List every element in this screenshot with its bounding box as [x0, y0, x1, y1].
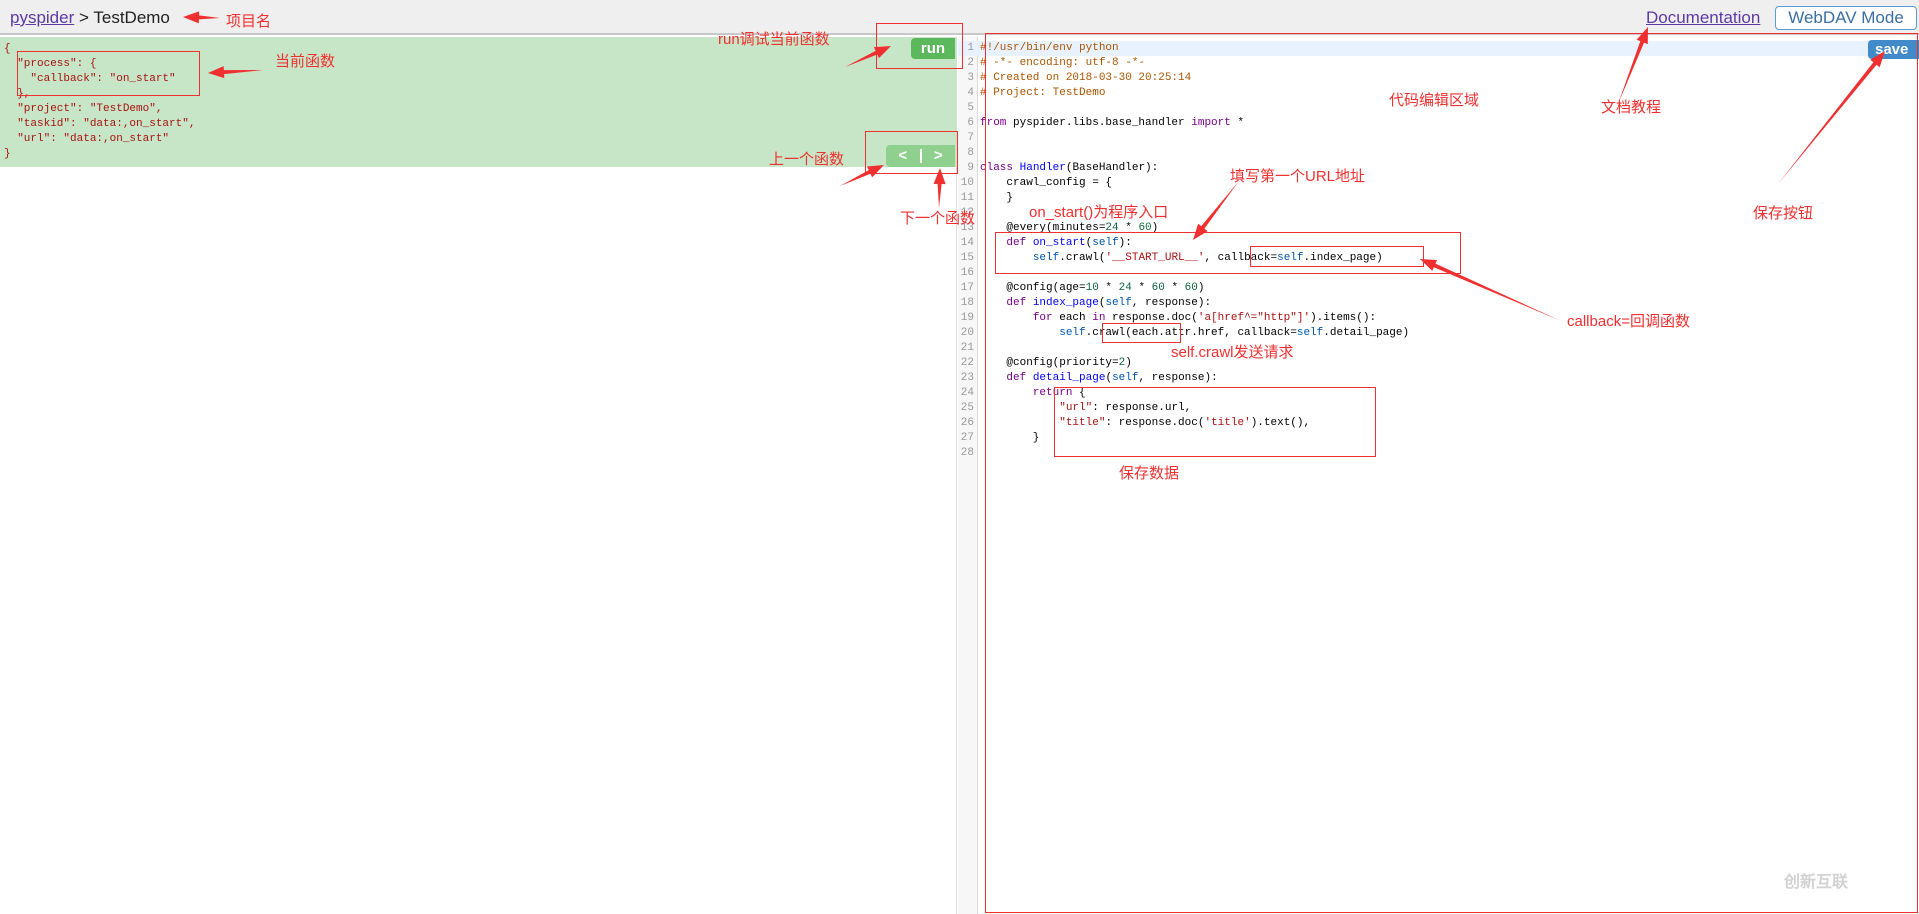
annotation-next: 下一个函数: [900, 210, 976, 227]
annotation-box-nav: [865, 131, 958, 174]
line-number: 8: [967, 147, 974, 159]
task-json-line: "taskid": "data:,on_start",: [4, 118, 196, 130]
line-number: 6: [967, 117, 974, 129]
annotation-project-name: 项目名: [226, 13, 272, 30]
line-number: 7: [967, 132, 974, 144]
line-number: 23: [960, 372, 974, 384]
breadcrumb-separator: >: [79, 8, 89, 27]
line-number: 18: [960, 297, 974, 309]
annotation-box-return: [1054, 387, 1376, 457]
line-number: 22: [960, 357, 974, 369]
line-number: 26: [960, 417, 974, 429]
line-number: 15: [960, 252, 974, 264]
annotation-box-run: [876, 23, 963, 69]
annotation-docs: 文档教程: [1601, 99, 1662, 116]
annotation-run: run调试当前函数: [718, 31, 830, 48]
annotation-box-self-crawl: [1102, 323, 1181, 343]
annotation-crawl-request: self.crawl发送请求: [1171, 344, 1294, 361]
annotation-save-data: 保存数据: [1119, 465, 1180, 482]
breadcrumb: pyspider > TestDemo: [10, 8, 170, 28]
documentation-link[interactable]: Documentation: [1646, 8, 1760, 28]
line-number: 25: [960, 402, 974, 414]
annotation-callback: callback=回调函数: [1567, 313, 1690, 330]
annotation-box-callback: [1250, 246, 1424, 267]
line-number: 10: [960, 177, 974, 189]
line-number: 14: [960, 237, 974, 249]
line-number: 16: [960, 267, 974, 279]
task-json-line: "project": "TestDemo",: [4, 103, 163, 115]
line-number: 4: [967, 87, 974, 99]
line-number: 21: [960, 342, 974, 354]
annotation-save-button: 保存按钮: [1753, 205, 1814, 222]
line-number: 3: [967, 72, 974, 84]
line-number: 20: [960, 327, 974, 339]
annotation-first-url: 填写第一个URL地址: [1230, 168, 1366, 185]
line-number: 19: [960, 312, 974, 324]
line-number: 9: [967, 162, 974, 174]
line-number: 17: [960, 282, 974, 294]
line-number: 27: [960, 432, 974, 444]
annotation-current-function: 当前函数: [275, 53, 336, 70]
webdav-mode-button[interactable]: WebDAV Mode: [1775, 6, 1917, 30]
annotation-code-area: 代码编辑区域: [1389, 92, 1480, 109]
project-name: TestDemo: [93, 8, 170, 27]
task-json-line: "url": "data:,on_start": [4, 133, 170, 145]
line-number: 28: [960, 447, 974, 459]
line-number: 5: [967, 102, 974, 114]
annotation-prev: 上一个函数: [769, 151, 845, 168]
line-number: 24: [960, 387, 974, 399]
line-number: 11: [960, 192, 974, 204]
annotation-entry: on_start()为程序入口: [1029, 204, 1169, 221]
watermark-logo: 创新互联: [1784, 874, 1849, 891]
pyspider-home-link[interactable]: pyspider: [10, 8, 74, 27]
annotation-box-current-function: [17, 51, 200, 96]
